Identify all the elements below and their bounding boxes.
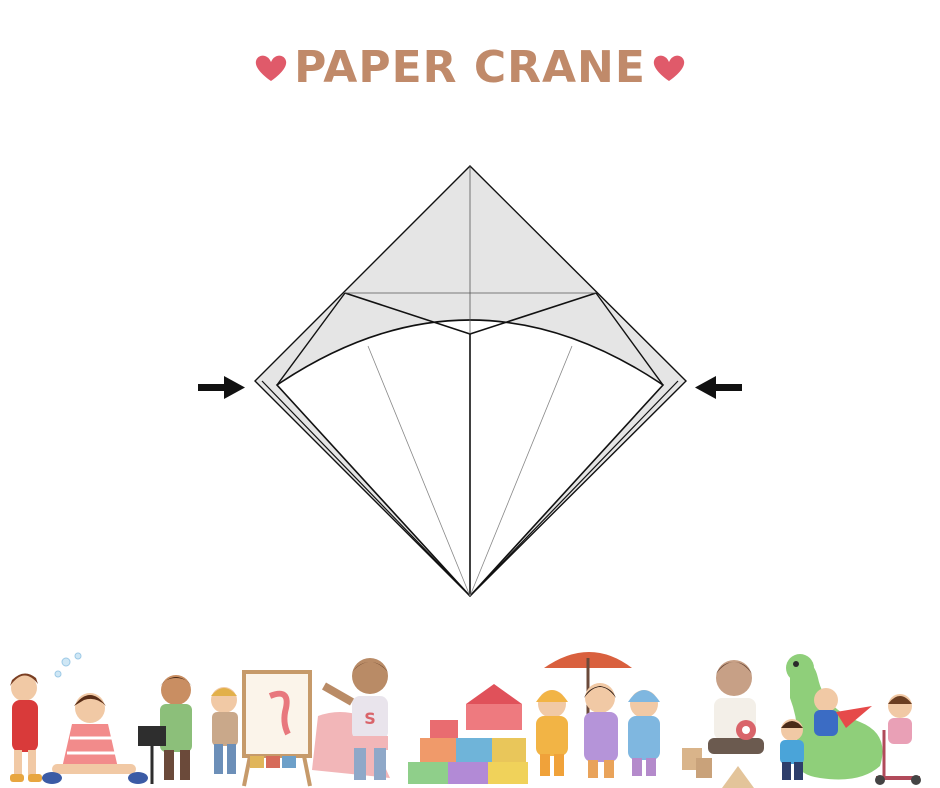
kid-illustration	[211, 670, 312, 787]
crane-fold-diagram	[198, 165, 742, 598]
kid-illustration	[42, 693, 148, 784]
kid-illustration	[138, 675, 192, 784]
kids-illustration-banner: S	[10, 652, 921, 788]
kid-illustration: S	[312, 658, 390, 780]
arrow-left-icon	[695, 376, 742, 399]
svg-text:S: S	[364, 709, 376, 728]
arrow-right-icon	[198, 376, 245, 399]
kid-illustration	[536, 652, 660, 778]
kid-illustration	[780, 654, 921, 785]
kid-illustration	[682, 660, 764, 788]
toy-blocks-illustration	[408, 684, 528, 784]
